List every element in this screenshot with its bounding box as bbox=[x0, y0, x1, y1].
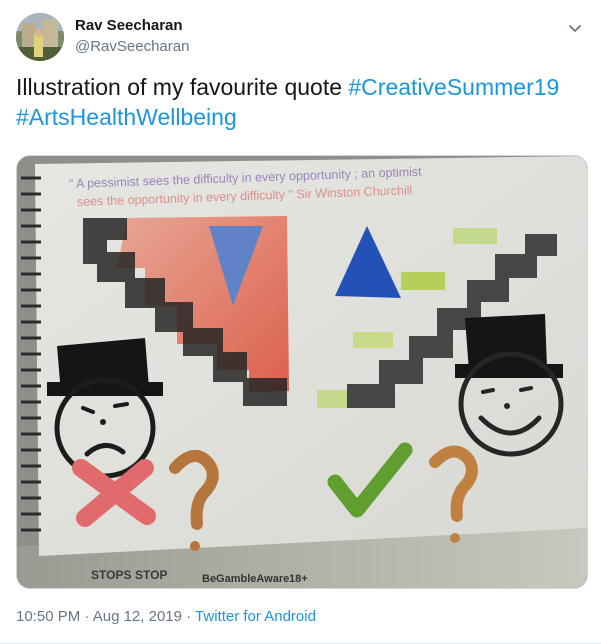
hashtag-creativesummer19[interactable]: #CreativeSummer19 bbox=[348, 74, 559, 100]
tweet-source-link[interactable]: Twitter for Android bbox=[195, 608, 316, 625]
tweet-meta: 10:50 PM · Aug 12, 2019 · Twitter for An… bbox=[16, 608, 316, 625]
tweet-text: Illustration of my favourite quote #Crea… bbox=[16, 72, 586, 132]
newspaper-begambleaware: BeGambleAware bbox=[202, 573, 289, 585]
author-handle[interactable]: @RavSeecharan bbox=[75, 38, 189, 55]
tweet-photo[interactable]: " A pessimist sees the difficulty in eve… bbox=[16, 155, 588, 589]
tweet-card: Rav Seecharan @RavSeecharan Illustration… bbox=[0, 0, 601, 644]
tweet-body: Illustration of my favourite quote bbox=[16, 74, 349, 100]
meta-separator-2: · bbox=[181, 608, 196, 625]
author-name[interactable]: Rav Seecharan bbox=[75, 17, 183, 34]
meta-separator-1: · bbox=[80, 608, 93, 625]
newspaper-stops: STOPS bbox=[91, 568, 131, 582]
tweet-time[interactable]: 10:50 PM bbox=[16, 608, 80, 625]
avatar[interactable] bbox=[16, 13, 64, 61]
newspaper-stop: STOP bbox=[135, 568, 167, 582]
tweet-date[interactable]: Aug 12, 2019 bbox=[93, 608, 182, 625]
artwork-illustration: " A pessimist sees the difficulty in eve… bbox=[17, 156, 587, 588]
avatar-image bbox=[16, 13, 64, 61]
hashtag-artshealthwellbeing[interactable]: #ArtsHealthWellbeing bbox=[16, 104, 237, 130]
newspaper-age: 18+ bbox=[289, 573, 308, 585]
chevron-down-icon[interactable] bbox=[565, 18, 585, 38]
